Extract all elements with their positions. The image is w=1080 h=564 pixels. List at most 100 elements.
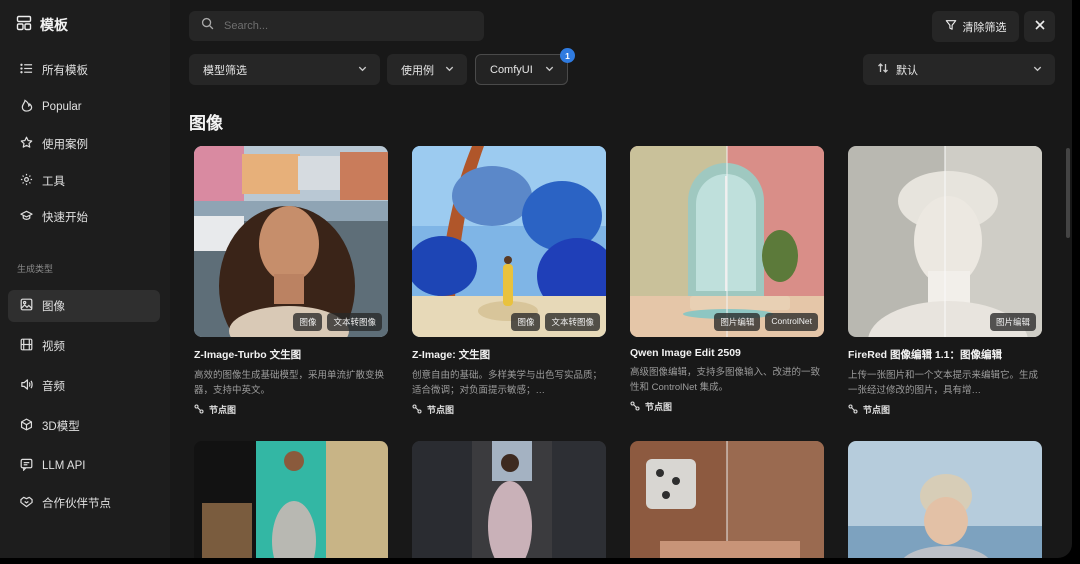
model-filter-label: 模型筛选: [203, 64, 247, 77]
tag: 图像: [511, 313, 541, 331]
template-thumbnail[interactable]: 图片编辑: [848, 146, 1042, 337]
use-case-label: 使用例: [401, 64, 434, 77]
search-icon: [201, 17, 214, 35]
sidebar-item-video[interactable]: 视频: [8, 330, 160, 362]
gear-icon: [20, 173, 33, 189]
scrollbar[interactable]: [1066, 148, 1070, 238]
card-description: 高效的图像生成基础模型，采用单流扩散变换器，支持中英文。: [194, 370, 385, 396]
sidebar-item-use-cases[interactable]: 使用案例: [8, 128, 160, 160]
sort-dropdown[interactable]: 默认: [863, 54, 1055, 85]
filter-count-badge: 1: [560, 48, 575, 63]
sidebar-item-audio[interactable]: 音频: [8, 370, 160, 402]
use-case-dropdown[interactable]: 使用例: [387, 54, 467, 85]
chevron-down-icon: [444, 63, 455, 77]
sidebar-item-label: 快速开始: [42, 212, 88, 224]
sidebar-item-all-templates[interactable]: 所有模板: [8, 54, 160, 86]
chevron-down-icon: [544, 63, 555, 77]
cube-icon: [20, 418, 33, 434]
clear-filters-button[interactable]: 清除筛选: [932, 11, 1019, 42]
node-graph-label: 节点图: [645, 402, 673, 412]
close-button[interactable]: [1024, 11, 1055, 42]
templates-window: 模板 所有模板 Popular 使用案例 工具 快速开始 生成类型 图像 视频 …: [0, 0, 1072, 558]
sort-arrows-icon: [877, 62, 889, 77]
sidebar-item-llm-api[interactable]: LLM API: [8, 450, 160, 482]
main-content: 清除筛选 模型筛选 使用例 ComfyUI 1: [170, 0, 1072, 558]
card-title: Qwen Image Edit 2509: [630, 347, 741, 359]
clear-filters-label: 清除筛选: [962, 21, 1007, 34]
sidebar-item-partner-nodes[interactable]: 合作伙伴节点: [8, 487, 160, 519]
sidebar-item-label: 图像: [42, 301, 65, 313]
tag-list: 图片编辑 ControlNet: [714, 313, 818, 331]
template-thumbnail[interactable]: [194, 441, 388, 558]
handshake-icon: [20, 495, 33, 511]
tag: 图片编辑: [714, 313, 761, 331]
template-thumbnail[interactable]: [630, 441, 824, 558]
node-graph-icon: [630, 400, 640, 413]
card-description: 高级图像编辑，支持多图像输入、改进的一致性和 ControlNet 集成。: [630, 367, 821, 393]
sidebar-item-3d-model[interactable]: 3D模型: [8, 410, 160, 442]
comfyui-filter-dropdown[interactable]: ComfyUI 1: [475, 48, 575, 85]
sidebar-item-tools[interactable]: 工具: [8, 165, 160, 197]
image-icon: [20, 298, 33, 314]
card-title: FireRed 图像编辑 1.1：图像编辑: [848, 349, 1003, 361]
node-graph-icon: [848, 403, 858, 416]
sort-selected: 默认: [877, 62, 918, 78]
close-icon: [1034, 18, 1046, 36]
sidebar-item-label: 合作伙伴节点: [42, 498, 111, 510]
tag: 图片编辑: [989, 313, 1036, 331]
chat-icon: [20, 458, 33, 474]
template-icon: [16, 15, 32, 36]
section-title: 图像: [189, 114, 223, 133]
chevron-down-icon: [1032, 63, 1043, 77]
model-filter-dropdown[interactable]: 模型筛选: [189, 54, 380, 85]
node-graph-label: 节点图: [863, 405, 891, 415]
template-card[interactable]: 图片编辑 ControlNet Qwen Image Edit 2509 高级图…: [630, 146, 824, 413]
sidebar-item-popular[interactable]: Popular: [8, 91, 160, 123]
search-bar[interactable]: [189, 11, 484, 41]
graduation-cap-icon: [20, 209, 33, 225]
search-input[interactable]: [222, 19, 466, 33]
card-meta: 节点图: [194, 403, 388, 416]
template-thumbnail[interactable]: [848, 441, 1042, 558]
sidebar-item-label: 视频: [42, 341, 65, 353]
node-graph-icon: [412, 403, 422, 416]
template-card[interactable]: 图片编辑 FireRed 图像编辑 1.1：图像编辑 上传一张图片和一个文本提示…: [848, 146, 1042, 416]
comfyui-label: ComfyUI: [490, 63, 533, 76]
sidebar-item-label: 音频: [42, 381, 65, 393]
sidebar-item-label: 工具: [42, 176, 65, 188]
chevron-down-icon: [357, 63, 368, 77]
tag: ControlNet: [765, 313, 818, 331]
sidebar-item-label: 3D模型: [42, 421, 80, 433]
sidebar-item-label: 所有模板: [42, 65, 88, 77]
card-meta: 节点图: [630, 400, 824, 413]
tag: 图像: [293, 313, 323, 331]
template-thumbnail[interactable]: 图片编辑 ControlNet: [630, 146, 824, 337]
template-card[interactable]: 图像 文本转图像 Z-Image-Turbo 文生图 高效的图像生成基础模型，采…: [194, 146, 388, 416]
list-icon: [20, 62, 33, 78]
template-thumbnail[interactable]: 图像 文本转图像: [194, 146, 388, 337]
node-graph-label: 节点图: [209, 405, 237, 415]
card-description: 上传一张图片和一个文本提示来编辑它。生成一张经过修改的图片，具有增…: [848, 370, 1039, 396]
sidebar-item-image[interactable]: 图像: [8, 290, 160, 322]
speaker-icon: [20, 378, 33, 394]
node-graph-icon: [194, 403, 204, 416]
tag: 文本转图像: [327, 313, 382, 331]
template-thumbnail[interactable]: [412, 441, 606, 558]
template-card[interactable]: 图像 文本转图像 Z-Image: 文生图 创意自由的基础。多样美学与出色写实品…: [412, 146, 606, 416]
card-title: Z-Image: 文生图: [412, 349, 491, 361]
card-description: 创意自由的基础。多样美学与出色写实品质；适合微调；对负面提示敏感；…: [412, 370, 603, 396]
filter-clear-icon: [945, 19, 957, 34]
generation-type-label: 生成类型: [17, 264, 54, 274]
card-meta: 节点图: [412, 403, 606, 416]
film-icon: [20, 338, 33, 354]
card-meta: 节点图: [848, 403, 1042, 416]
sidebar-item-label: Popular: [42, 101, 82, 113]
tag-list: 图像 文本转图像: [293, 313, 382, 331]
card-title: Z-Image-Turbo 文生图: [194, 349, 302, 361]
sidebar-item-quick-start[interactable]: 快速开始: [8, 201, 160, 233]
sidebar-title: 模板: [40, 17, 68, 33]
template-thumbnail[interactable]: 图像 文本转图像: [412, 146, 606, 337]
sort-label: 默认: [896, 64, 918, 77]
sidebar-brand: 模板: [0, 0, 170, 50]
tag-list: 图像 文本转图像: [511, 313, 600, 331]
